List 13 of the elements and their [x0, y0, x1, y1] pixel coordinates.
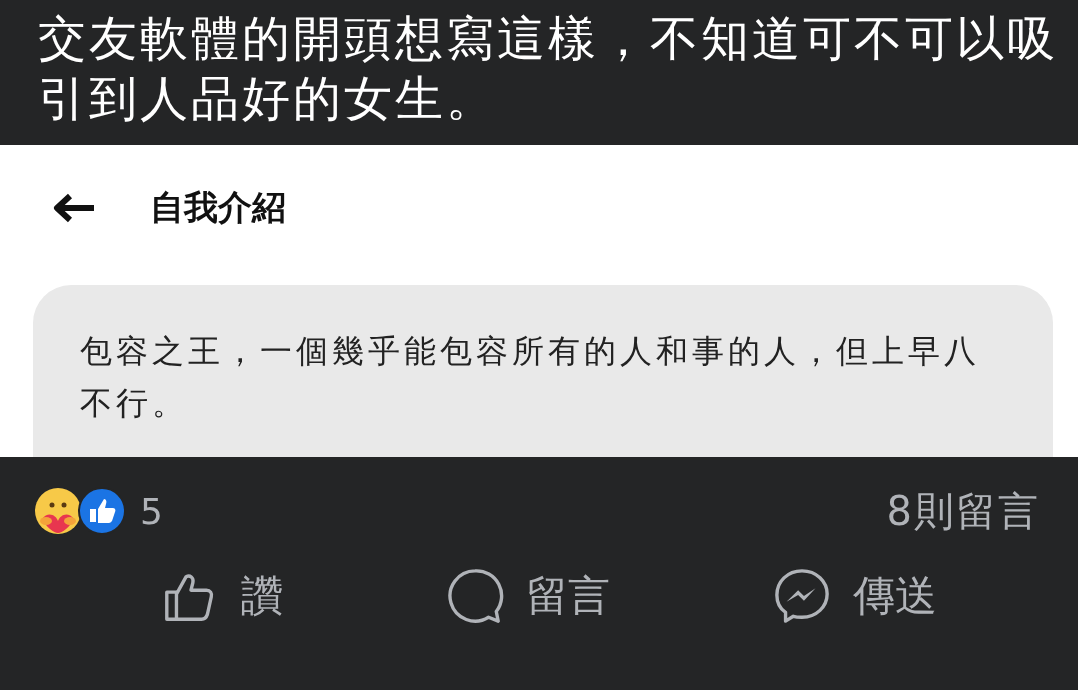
back-arrow-icon[interactable] [52, 192, 96, 224]
like-badge-icon [78, 487, 126, 535]
like-button[interactable]: 讚 [151, 559, 294, 633]
hugging-emoji-icon [34, 487, 82, 535]
reaction-count[interactable]: 5 [140, 490, 163, 532]
screen-title: 自我介紹 [150, 186, 286, 229]
messenger-icon [772, 567, 831, 625]
comment-button[interactable]: 留言 [436, 559, 620, 633]
bio-text: 包容之王，一個幾乎能包容所有的人和事的人，但上早八不行。 [80, 331, 981, 424]
send-button[interactable]: 傳送 [762, 559, 947, 633]
post-caption: 交友軟體的開頭想寫這樣，不知道可不可以吸引到人品好的女生。 [38, 9, 1058, 128]
comment-count[interactable]: 8則留言 [886, 483, 1040, 539]
speech-bubble-icon [446, 567, 504, 625]
